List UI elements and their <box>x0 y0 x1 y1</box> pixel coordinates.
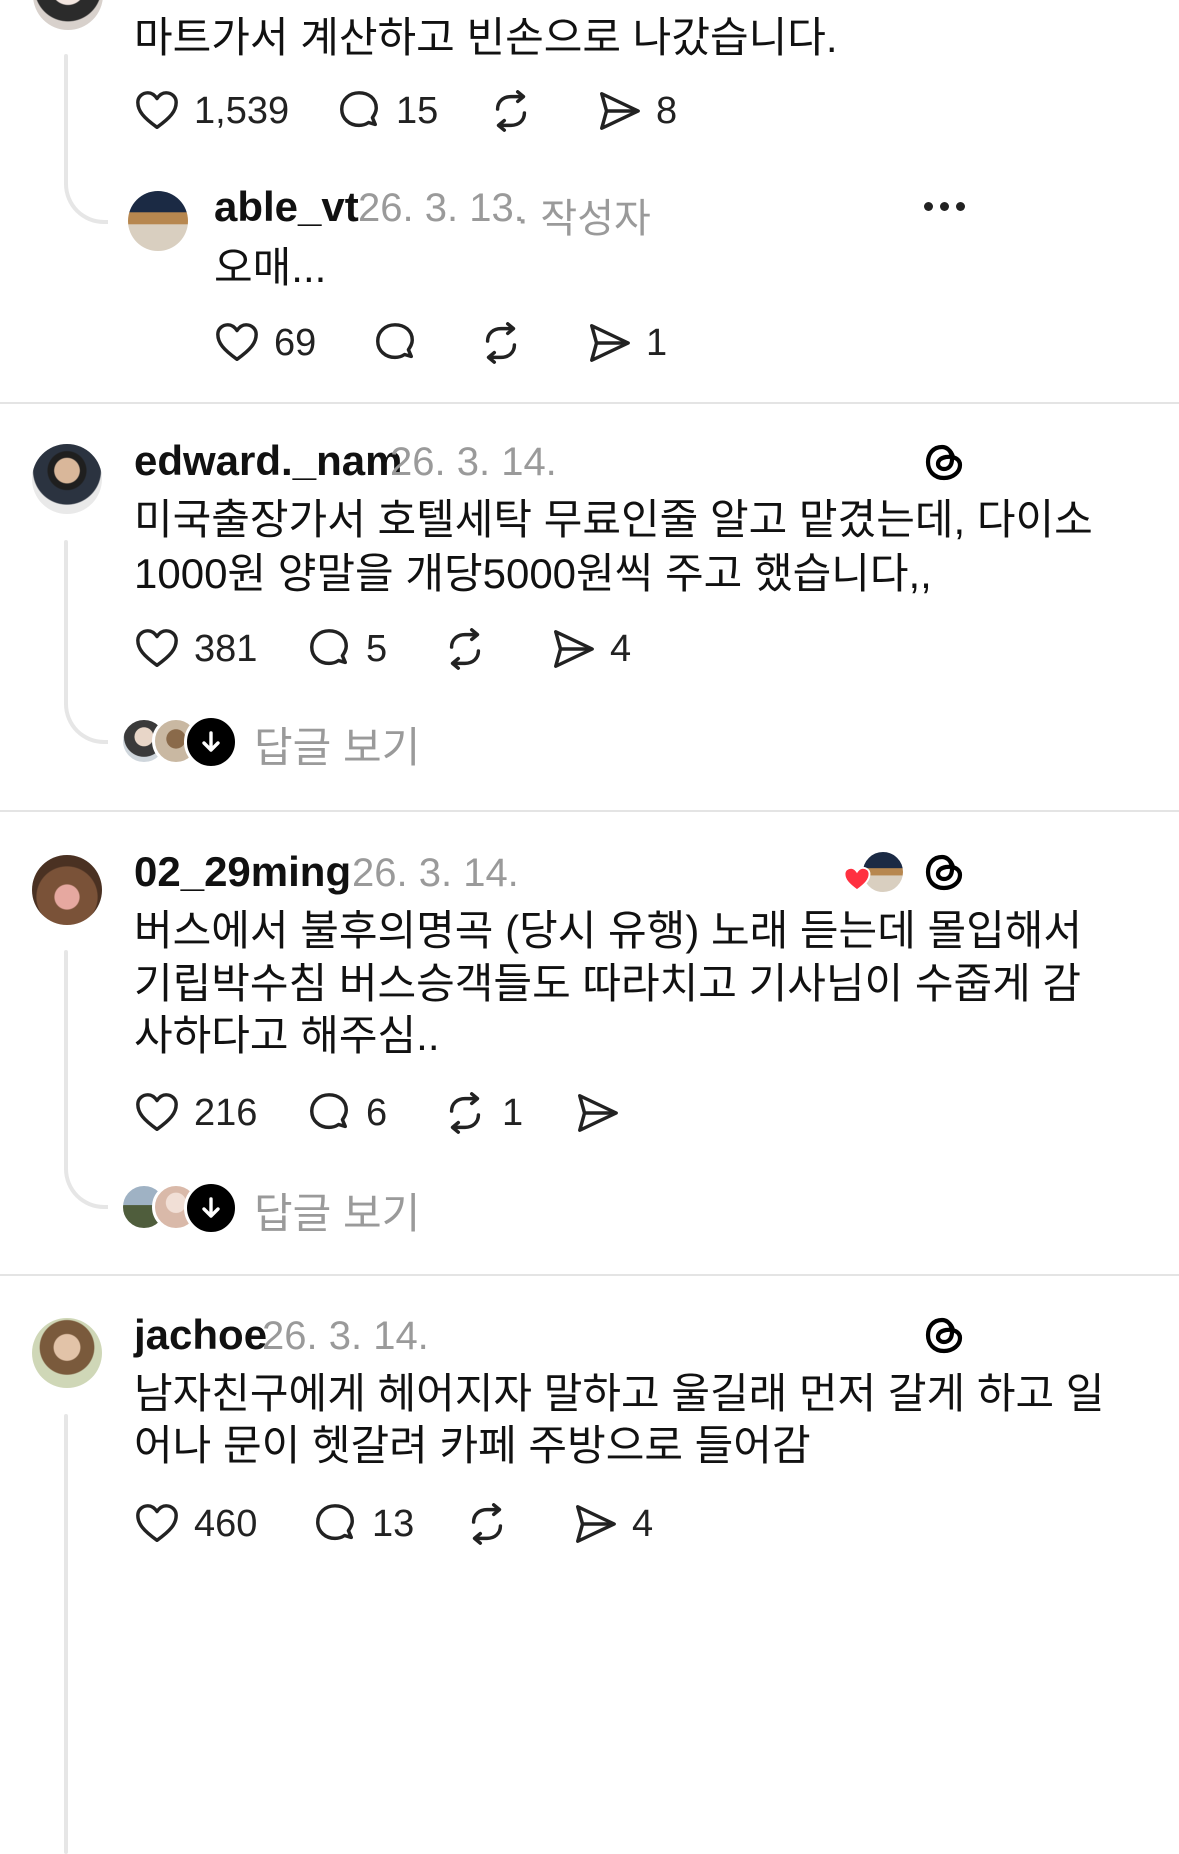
author-tag: · 작성자 <box>516 197 651 241</box>
share-count: 4 <box>610 627 632 670</box>
username[interactable]: edward._nam <box>134 437 402 485</box>
avatar[interactable] <box>33 0 103 30</box>
arrow-down-icon[interactable] <box>184 715 238 769</box>
repost-button[interactable]: 1 <box>442 1090 523 1136</box>
thread-connector <box>64 150 108 224</box>
heart-outline-icon <box>134 88 180 134</box>
reply-button[interactable]: 6 <box>306 1090 387 1136</box>
share-button[interactable]: 4 <box>550 626 631 672</box>
timestamp: 26. 3. 14. <box>352 851 519 895</box>
timestamp: 26. 3. 14. <box>262 1314 429 1358</box>
threads-logo-icon[interactable] <box>920 1311 968 1359</box>
reply-count: 15 <box>396 89 439 132</box>
paper-plane-icon <box>586 320 632 366</box>
like-button[interactable]: 69 <box>214 320 316 366</box>
share-button[interactable] <box>574 1090 634 1136</box>
like-count: 460 <box>194 1502 258 1545</box>
repost-arrows-icon <box>464 1501 510 1547</box>
thread-connector <box>64 680 108 744</box>
thread-line <box>64 540 68 700</box>
speech-bubble-icon <box>372 320 418 366</box>
avatar[interactable] <box>32 444 102 514</box>
avatar[interactable] <box>32 1318 102 1388</box>
like-count: 1,539 <box>194 89 290 132</box>
username[interactable]: 02_29ming <box>134 848 351 896</box>
divider <box>0 1274 1179 1276</box>
thread-line <box>64 950 68 1170</box>
reply-count: 13 <box>372 1502 415 1545</box>
like-button[interactable]: 216 <box>134 1090 257 1136</box>
speech-bubble-icon <box>306 626 352 672</box>
share-count: 8 <box>656 89 678 132</box>
heart-outline-icon <box>134 1501 180 1547</box>
reply-count: 6 <box>366 1091 388 1134</box>
speech-bubble-icon <box>306 1090 352 1136</box>
repost-arrows-icon <box>442 1090 488 1136</box>
comment-text-line: 1000원 양말을 개당5000원씩 주고 했습니다,, <box>134 550 932 597</box>
thread-connector <box>64 1150 108 1209</box>
username[interactable]: able_vt <box>214 183 359 231</box>
share-button[interactable]: 4 <box>572 1501 653 1547</box>
reply-button[interactable] <box>372 320 432 366</box>
speech-bubble-icon <box>312 1501 358 1547</box>
like-count: 381 <box>194 627 258 670</box>
heart-filled-icon <box>843 866 871 892</box>
like-button[interactable]: 381 <box>134 626 257 672</box>
reply-count: 5 <box>366 627 388 670</box>
threads-logo-icon[interactable] <box>920 848 968 896</box>
avatar[interactable] <box>128 191 188 251</box>
more-horizontal-icon[interactable] <box>924 202 965 211</box>
divider <box>0 402 1179 404</box>
share-button[interactable]: 1 <box>586 320 667 366</box>
comment-text-line: 사하다고 해주심.. <box>134 1012 440 1059</box>
reply-button[interactable]: 5 <box>306 626 387 672</box>
threads-logo-icon[interactable] <box>920 438 968 486</box>
reply-button[interactable]: 15 <box>336 88 438 134</box>
speech-bubble-icon <box>336 88 382 134</box>
heart-outline-icon <box>134 1090 180 1136</box>
paper-plane-icon <box>574 1090 620 1136</box>
comment-text-line: 어나 문이 헷갈려 카페 주방으로 들어감 <box>134 1422 811 1469</box>
repost-button[interactable] <box>464 1501 524 1547</box>
share-button[interactable]: 8 <box>596 88 677 134</box>
repost-button[interactable] <box>488 88 548 134</box>
heart-outline-icon <box>214 320 260 366</box>
like-button[interactable]: 460 <box>134 1501 257 1547</box>
avatar[interactable] <box>32 855 102 925</box>
share-count: 1 <box>646 321 668 364</box>
thread-line <box>64 1414 68 1854</box>
repost-button[interactable] <box>478 320 538 366</box>
divider <box>0 810 1179 812</box>
paper-plane-icon <box>596 88 642 134</box>
timestamp: 26. 3. 13. <box>358 186 525 230</box>
repost-arrows-icon <box>488 88 534 134</box>
paper-plane-icon <box>550 626 596 672</box>
username[interactable]: jachoe <box>134 1311 267 1359</box>
paper-plane-icon <box>572 1501 618 1547</box>
heart-outline-icon <box>134 626 180 672</box>
repost-arrows-icon <box>478 320 524 366</box>
like-count: 69 <box>274 321 317 364</box>
comment-text: 오매... <box>214 244 327 291</box>
repost-arrows-icon <box>442 626 488 672</box>
view-replies-link[interactable]: 답글 보기 <box>254 714 420 775</box>
comment-text: 마트가서 계산하고 빈손으로 나갔습니다. <box>134 14 838 61</box>
view-replies-link[interactable]: 답글 보기 <box>254 1180 420 1241</box>
like-button[interactable]: 1,539 <box>134 88 289 134</box>
timestamp: 26. 3. 14. <box>390 440 557 484</box>
like-count: 216 <box>194 1091 258 1134</box>
arrow-down-icon[interactable] <box>184 1181 238 1235</box>
share-count: 4 <box>632 1502 654 1545</box>
repost-button[interactable] <box>442 626 502 672</box>
reply-button[interactable]: 13 <box>312 1501 414 1547</box>
repost-count: 1 <box>502 1091 524 1134</box>
